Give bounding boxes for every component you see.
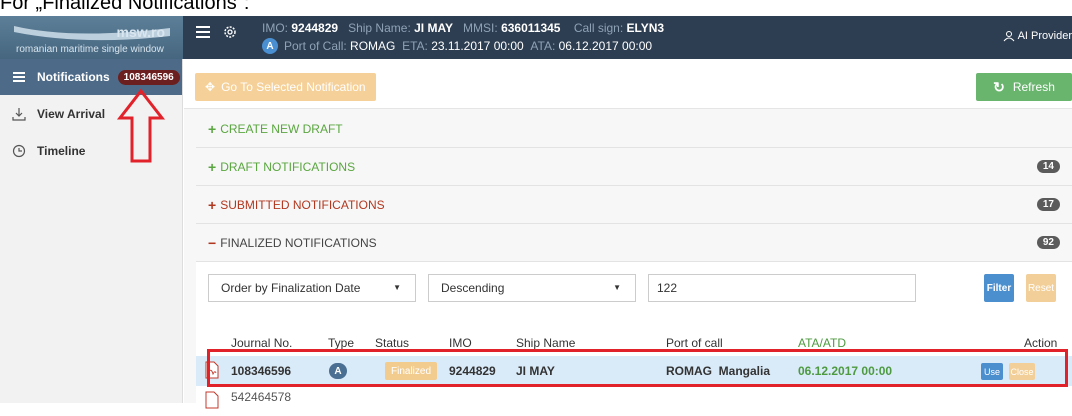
section-label: SUBMITTED NOTIFICATIONS: [220, 197, 385, 212]
crosshair-icon: ✥: [205, 80, 216, 94]
journal-no: 542464578: [231, 390, 292, 404]
msw-logo[interactable]: msw.ro romanian maritime single window: [0, 16, 183, 59]
sidebar-item-label: View Arrival: [37, 106, 106, 121]
user-menu[interactable]: AI Provider: [1003, 30, 1072, 42]
arrival-type-badge: A: [262, 38, 278, 54]
section-draft-notifications[interactable]: + DRAFT NOTIFICATIONS 14: [196, 148, 1072, 186]
top-bar: msw.ro romanian maritime single window I…: [0, 16, 1072, 59]
sidebar: Notifications 108346596 View Arrival Tim…: [0, 59, 183, 403]
sort-direction-value: Descending: [441, 281, 505, 295]
page-caption: For „Finalized Notifications":: [0, 0, 250, 14]
collapse-icon: −: [208, 234, 217, 251]
col-ata-atd: ATA/ATD: [798, 336, 846, 350]
port-cell: ROMAG Mangalia: [666, 364, 771, 378]
port-label: Port of Call:: [284, 39, 347, 53]
count-badge: 92: [1036, 236, 1060, 249]
reset-button[interactable]: Reset: [1026, 274, 1056, 302]
section-label: FINALIZED NOTIFICATIONS: [220, 235, 377, 250]
section-label: CREATE NEW DRAFT: [220, 121, 343, 136]
call-sign-label: Call sign:: [573, 21, 624, 35]
list-icon: [13, 72, 25, 82]
call-sign-value: ELYN3: [626, 21, 665, 35]
sidebar-item-label: Timeline: [37, 143, 86, 158]
sort-direction-select[interactable]: Descending ▼: [428, 274, 636, 302]
ata-label: ATA:: [530, 39, 556, 53]
col-journal: Journal No.: [231, 336, 293, 350]
type-badge: A: [329, 363, 347, 379]
imo-value: 9244829: [291, 21, 339, 35]
col-type: Type: [328, 336, 355, 350]
ata-value: 06.12.2017 00:00: [558, 39, 653, 53]
ship-info-line1: IMO: 9244829 Ship Name: JI MAY MMSI: 636…: [262, 21, 664, 35]
use-button[interactable]: Use: [981, 363, 1003, 380]
user-icon: [1003, 31, 1014, 42]
col-ship-name: Ship Name: [516, 336, 576, 350]
pdf-icon[interactable]: [205, 361, 219, 379]
chevron-down-icon: ▼: [613, 283, 621, 292]
order-by-value: Order by Finalization Date: [221, 281, 361, 295]
go-to-selected-label: Go To Selected Notification: [221, 80, 366, 94]
sidebar-item-label: Notifications: [37, 70, 110, 84]
download-icon: [12, 107, 26, 121]
chevron-down-icon: ▼: [393, 283, 401, 292]
up-arrow-annotation-icon: [116, 88, 166, 163]
section-label: DRAFT NOTIFICATIONS: [220, 159, 356, 174]
col-imo: IMO: [449, 336, 472, 350]
table-header: Journal No. Type Status IMO Ship Name Po…: [196, 330, 1072, 356]
hamburger-menu-icon[interactable]: [196, 26, 210, 38]
refresh-button[interactable]: ↻ Refresh: [976, 73, 1072, 101]
ship-name-value: JI MAY: [414, 21, 454, 35]
notification-number-badge: 108346596: [117, 69, 180, 85]
ship-name-cell: JI MAY: [516, 364, 555, 378]
refresh-icon: ↻: [993, 78, 1005, 95]
refresh-label: Refresh: [1012, 80, 1055, 94]
eta-value: 23.11.2017 00:00: [431, 39, 524, 53]
section-submitted-notifications[interactable]: + SUBMITTED NOTIFICATIONS 17: [196, 186, 1072, 224]
section-create-new-draft[interactable]: + CREATE NEW DRAFT: [196, 110, 1072, 148]
col-action: Action: [1024, 336, 1058, 350]
close-button[interactable]: Close: [1009, 363, 1035, 380]
imo-label: IMO:: [262, 21, 288, 35]
status-badge: Finalized: [385, 362, 438, 380]
count-badge: 17: [1036, 198, 1060, 211]
logo-text: msw.ro: [116, 24, 166, 40]
mmsi-value: 636011345: [501, 21, 561, 35]
port-value: ROMAG: [350, 39, 396, 53]
section-finalized-notifications[interactable]: − FINALIZED NOTIFICATIONS 92: [196, 224, 1072, 262]
finalized-panel: Order by Finalization Date ▼ Descending …: [196, 261, 1072, 416]
mmsi-label: MMSI:: [463, 21, 498, 35]
eta-label: ETA:: [402, 39, 428, 53]
clock-icon: [12, 144, 26, 157]
main-content: ✥ Go To Selected Notification ↻ Refresh …: [184, 59, 1072, 416]
go-to-selected-button[interactable]: ✥ Go To Selected Notification: [195, 73, 376, 101]
search-input[interactable]: [648, 274, 916, 302]
ata-cell: 06.12.2017 00:00: [798, 364, 893, 378]
journal-no: 108346596: [231, 364, 292, 378]
provider-name: AI Provider: [1017, 30, 1072, 42]
expand-icon: +: [208, 196, 217, 213]
table-row[interactable]: 542464578: [196, 386, 1072, 416]
expand-icon: +: [208, 120, 217, 137]
ship-name-label: Ship Name:: [348, 21, 411, 35]
ship-info-line2: A Port of Call: ROMAG ETA: 23.11.2017 00…: [262, 38, 652, 54]
col-status: Status: [375, 336, 410, 350]
gear-icon[interactable]: [222, 24, 238, 40]
imo-cell: 9244829: [449, 364, 496, 378]
pdf-icon[interactable]: [205, 391, 219, 409]
col-port: Port of call: [666, 336, 723, 350]
order-by-select[interactable]: Order by Finalization Date ▼: [208, 274, 416, 302]
filter-button[interactable]: Filter: [984, 274, 1014, 302]
toolbar: ✥ Go To Selected Notification ↻ Refresh: [184, 59, 1072, 109]
count-badge: 14: [1036, 160, 1060, 173]
expand-icon: +: [208, 158, 217, 175]
logo-subtitle: romanian maritime single window: [16, 44, 164, 55]
table-row[interactable]: 108346596 A Finalized 9244829 JI MAY ROM…: [196, 356, 1072, 386]
